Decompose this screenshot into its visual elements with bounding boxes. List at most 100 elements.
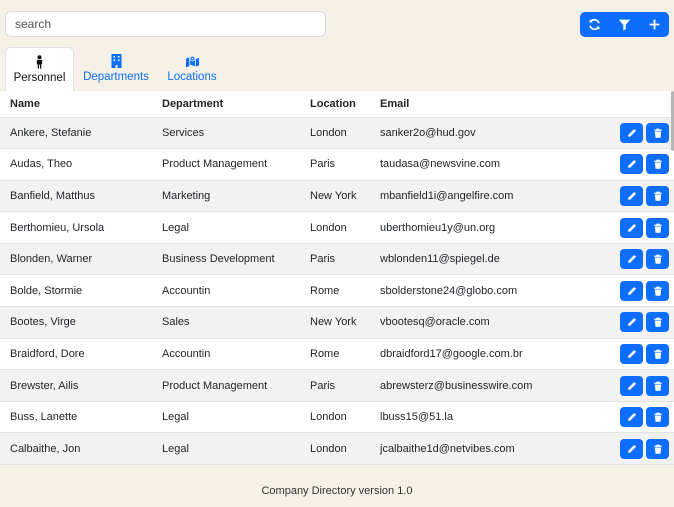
delete-button[interactable]	[646, 217, 669, 238]
cell-location: New York	[300, 306, 370, 339]
cell-name: Berthomieu, Ursola	[0, 211, 152, 244]
cell-department: Sales	[152, 306, 300, 339]
cell-department: Product Management	[152, 148, 300, 181]
cell-actions	[600, 306, 674, 339]
pencil-icon	[627, 255, 636, 263]
building-icon	[111, 54, 121, 68]
edit-button[interactable]	[620, 154, 643, 175]
cell-email: uberthomieu1y@un.org	[370, 211, 600, 244]
trash-icon	[653, 444, 662, 454]
delete-button[interactable]	[646, 375, 669, 396]
cell-actions	[600, 274, 674, 308]
delete-button[interactable]	[646, 280, 669, 301]
table-row[interactable]: Blonden, Warner Business Development Paris…	[0, 243, 674, 276]
cell-name: Bootes, Virge	[0, 306, 152, 339]
trash-icon	[653, 128, 662, 138]
cell-actions	[600, 243, 674, 276]
delete-button[interactable]	[646, 438, 669, 459]
delete-button[interactable]	[646, 312, 669, 333]
edit-button[interactable]	[620, 343, 643, 364]
footer: Company Directory version 1.0	[0, 465, 674, 507]
filter-button[interactable]	[610, 12, 640, 37]
column-header-department[interactable]: Department	[152, 91, 300, 118]
table-row[interactable]: Braidford, Dore Accountin Rome dbraidford17…	[0, 338, 674, 371]
edit-button[interactable]	[620, 122, 643, 143]
delete-button[interactable]	[646, 122, 669, 143]
edit-button[interactable]	[620, 217, 643, 238]
edit-button[interactable]	[620, 407, 643, 428]
trash-icon	[653, 317, 662, 328]
pencil-icon	[627, 413, 636, 421]
cell-location: London	[300, 211, 370, 244]
cell-email: abrewsterz@businesswire.com	[370, 369, 600, 402]
cell-actions	[600, 401, 674, 434]
table-row[interactable]: Ankere, Stefanie Services London sanker2o@h…	[0, 117, 674, 150]
cell-name: Ankere, Stefanie	[0, 117, 152, 150]
delete-button[interactable]	[646, 185, 669, 206]
cell-name: Brewster, Ailis	[0, 369, 152, 402]
pencil-icon	[627, 349, 636, 358]
table-row[interactable]: Buss, Lanette Legal London lbuss15@51.la	[0, 401, 674, 434]
plus-icon	[649, 19, 660, 30]
table-row[interactable]: Audas, Theo Product Management Paris taudas…	[0, 148, 674, 181]
cell-department: Services	[152, 117, 300, 150]
column-header-email[interactable]: Email	[370, 91, 600, 118]
column-header-location[interactable]: Location	[300, 91, 370, 118]
trash-icon	[653, 412, 662, 422]
delete-button[interactable]	[646, 154, 669, 175]
delete-button[interactable]	[646, 343, 669, 364]
table-row[interactable]: Berthomieu, Ursola Legal London uberthomieu…	[0, 211, 674, 244]
pencil-icon	[627, 128, 636, 137]
tab-label: Locations	[167, 71, 217, 83]
cell-email: lbuss15@51.la	[370, 401, 600, 434]
personnel-table-container[interactable]: Name Department Location Email Ankere, S…	[0, 91, 674, 465]
cell-name: Braidford, Dore	[0, 338, 152, 371]
table-row[interactable]: Calbaithe, Jon Legal London jcalbaithe1d@ne…	[0, 432, 674, 465]
edit-button[interactable]	[620, 280, 643, 301]
cell-department: Business Development	[152, 243, 300, 276]
pencil-icon	[627, 191, 636, 200]
delete-button[interactable]	[646, 249, 669, 270]
table-row[interactable]: Bolde, Stormie Accountin Rome sbolderstone2…	[0, 274, 674, 308]
edit-button[interactable]	[620, 438, 643, 459]
cell-email: sanker2o@hud.gov	[370, 117, 600, 150]
person-icon	[36, 55, 43, 69]
tab-personnel[interactable]: Personnel	[5, 47, 74, 91]
add-button[interactable]	[639, 12, 669, 37]
edit-button[interactable]	[620, 249, 643, 270]
table-row[interactable]: Brewster, Ailis Product Management Paris ab…	[0, 369, 674, 402]
pencil-icon	[627, 444, 636, 453]
cell-actions	[600, 432, 674, 465]
cell-location: Rome	[300, 338, 370, 371]
tab-label: Departments	[83, 71, 149, 83]
cell-location: Paris	[300, 369, 370, 402]
refresh-icon	[589, 19, 601, 30]
table-row[interactable]: Bootes, Virge Sales New York vbootesq@oracl…	[0, 306, 674, 339]
cell-location: Paris	[300, 148, 370, 181]
cell-actions	[600, 211, 674, 244]
pencil-icon	[627, 318, 636, 327]
refresh-button[interactable]	[580, 12, 610, 37]
cell-location: New York	[300, 180, 370, 213]
cell-location: Paris	[300, 243, 370, 276]
cell-email: jcalbaithe1d@netvibes.com	[370, 432, 600, 465]
edit-button[interactable]	[620, 185, 643, 206]
delete-button[interactable]	[646, 407, 669, 428]
cell-name: Calbaithe, Jon	[0, 432, 152, 465]
edit-button[interactable]	[620, 312, 643, 333]
table-row[interactable]: Banfield, Matthus Marketing New York mbanfi…	[0, 180, 674, 213]
pencil-icon	[627, 160, 636, 169]
cell-name: Buss, Lanette	[0, 401, 152, 434]
search-input[interactable]	[5, 11, 326, 37]
tab-locations[interactable]: Locations	[158, 47, 226, 91]
tab-departments[interactable]: Departments	[79, 47, 153, 91]
edit-button[interactable]	[620, 375, 643, 396]
pencil-icon	[627, 286, 636, 295]
cell-department: Marketing	[152, 180, 300, 213]
cell-actions	[600, 338, 674, 371]
cell-name: Blonden, Warner	[0, 243, 152, 276]
cell-email: sbolderstone24@globo.com	[370, 274, 600, 308]
map-location-icon	[185, 55, 199, 68]
cell-location: Rome	[300, 274, 370, 308]
column-header-name[interactable]: Name	[0, 91, 152, 118]
